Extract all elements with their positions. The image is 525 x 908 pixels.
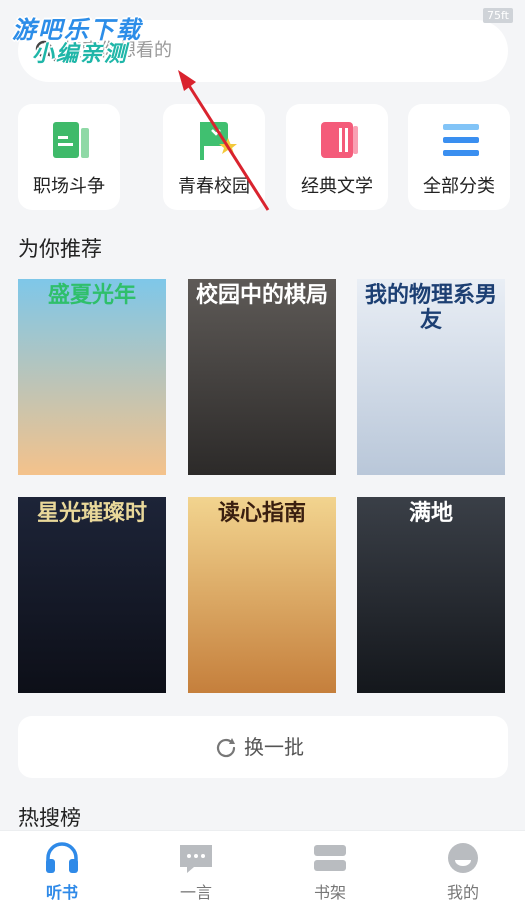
category-all[interactable]: 全部分类 — [408, 104, 510, 210]
book-cover[interactable]: 盛夏光年 — [18, 279, 166, 475]
book-title: 满地 — [408, 501, 453, 526]
refresh-label: 换一批 — [244, 735, 304, 759]
watermark-line2: 小编亲测 — [32, 42, 129, 67]
category-campus[interactable]: 青春校园 — [163, 104, 265, 210]
menu-lines-icon — [443, 124, 479, 156]
book-red-icon — [321, 122, 358, 158]
recommend-title: 为你推荐 — [18, 237, 102, 261]
tab-label: 我的 — [446, 883, 479, 902]
category-label: 全部分类 — [423, 176, 495, 197]
category-label: 青春校园 — [178, 176, 250, 197]
category-row: 职场斗争 青春校园 经典文学 全部分类 — [18, 104, 510, 210]
category-classic[interactable]: 经典文学 — [286, 104, 388, 210]
flag-star-icon — [200, 122, 237, 160]
book-title: 我的物理系男友 — [364, 283, 497, 334]
bottom-tab-bar: 听书 一言 书架 我的 — [0, 830, 525, 908]
profile-icon — [448, 843, 478, 873]
bookshelf-icon — [314, 845, 346, 871]
fps-badge: 75ft — [483, 8, 513, 23]
tab-profile[interactable]: 我的 — [413, 831, 513, 908]
category-label: 职场斗争 — [33, 176, 105, 197]
tab-label: 一言 — [179, 883, 212, 902]
refresh-button[interactable]: 换一批 — [18, 716, 508, 778]
book-title: 星光璀璨时 — [36, 501, 147, 526]
tab-label: 书架 — [313, 883, 346, 902]
book-title: 读心指南 — [217, 501, 306, 526]
book-cover[interactable]: 校园中的棋局 — [188, 279, 336, 475]
book-title: 盛夏光年 — [47, 283, 136, 308]
hot-search-title: 热搜榜 — [18, 806, 81, 830]
chat-bubble-icon — [180, 845, 212, 873]
book-cover[interactable]: 满地 — [357, 497, 505, 693]
tab-quote[interactable]: 一言 — [146, 831, 246, 908]
category-workplace[interactable]: 职场斗争 — [18, 104, 120, 210]
refresh-icon — [216, 738, 236, 758]
headphones-icon — [46, 842, 78, 873]
tab-listen[interactable]: 听书 — [12, 831, 112, 908]
tab-bookshelf[interactable]: 书架 — [280, 831, 380, 908]
book-title: 校园中的棋局 — [195, 283, 328, 308]
tab-label: 听书 — [45, 883, 78, 902]
book-cover[interactable]: 读心指南 — [188, 497, 336, 693]
book-cover[interactable]: 我的物理系男友 — [357, 279, 505, 475]
document-green-icon — [53, 122, 89, 158]
book-cover[interactable]: 星光璀璨时 — [18, 497, 166, 693]
category-label: 经典文学 — [301, 176, 373, 197]
